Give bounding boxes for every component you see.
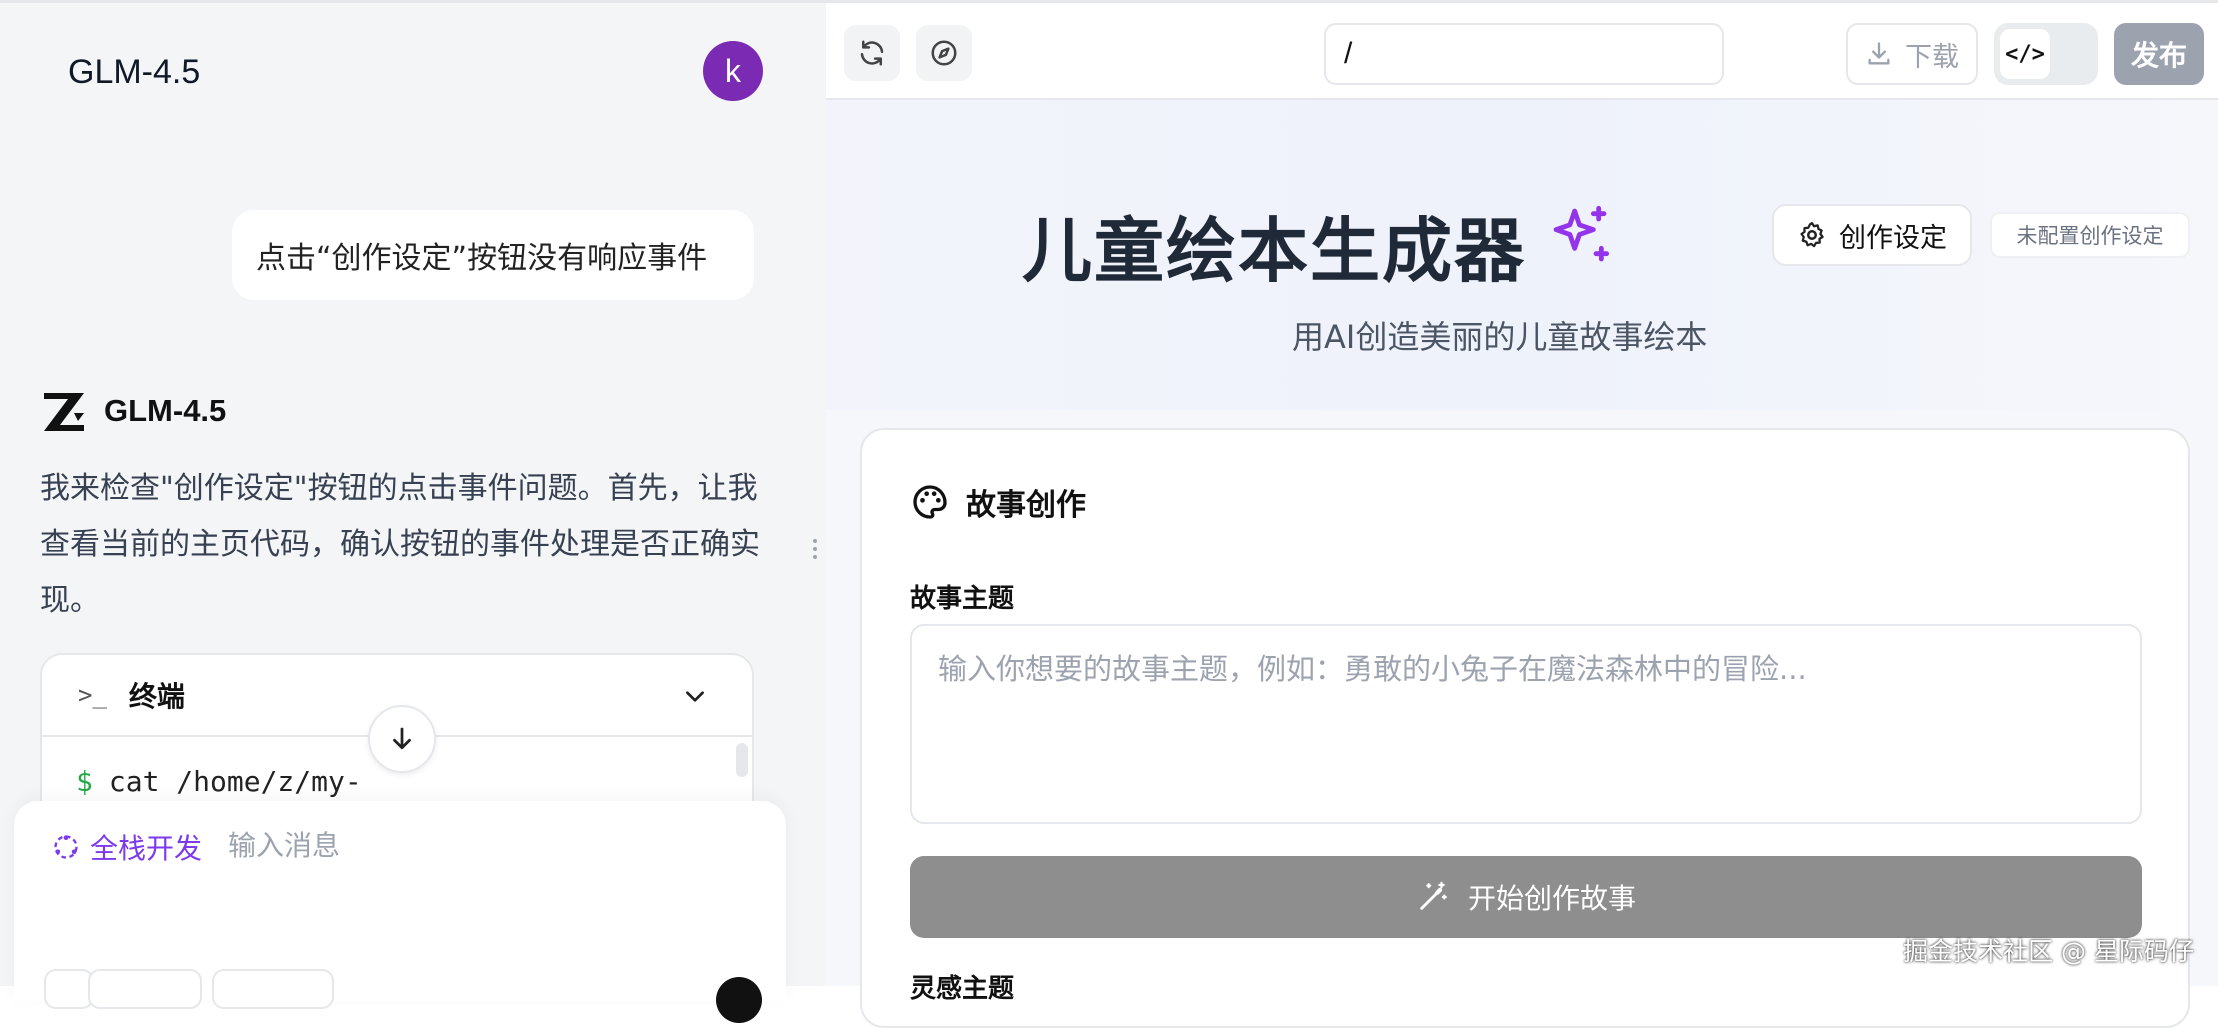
scroll-to-bottom-button[interactable] xyxy=(368,705,436,773)
terminal-icon: >_ xyxy=(78,681,107,709)
download-icon xyxy=(1868,42,1890,65)
user-message: 点击“创作设定”按钮没有响应事件 xyxy=(232,210,754,300)
settings-status-badge: 未配置创作设定 xyxy=(1990,212,2190,258)
mode-label: 全栈开发 xyxy=(90,832,203,865)
card-title: 故事创作 xyxy=(966,488,1086,523)
creation-settings-button[interactable]: 创作设定 xyxy=(1772,204,1972,266)
inspiration-label: 灵感主题 xyxy=(910,974,1015,1004)
app-title: 儿童绘本生成器 xyxy=(1022,210,1526,292)
chevron-down-icon[interactable] xyxy=(682,683,708,709)
url-input[interactable]: / xyxy=(1324,23,1724,85)
magic-wand-icon xyxy=(1420,881,1447,910)
avatar[interactable]: k xyxy=(703,41,763,101)
model-title: GLM-4.5 xyxy=(68,53,201,91)
arrow-down-icon xyxy=(393,727,411,750)
terminal-command: cat /home/z/my- xyxy=(108,765,362,798)
terminal-output: $ cat /home/z/my- xyxy=(76,765,362,798)
preview-panel: / 下载 </> 发布 儿童绘本生成器 创作设定 未配置创作设定 用AI创造美丽… xyxy=(826,0,2218,1028)
terminal-label: 终端 xyxy=(128,680,185,713)
story-topic-input[interactable] xyxy=(910,624,2142,824)
assistant-model-name: GLM-4.5 xyxy=(104,393,227,428)
palette-icon xyxy=(913,485,947,519)
topic-label: 故事主题 xyxy=(910,584,1015,614)
code-icon: </> xyxy=(2000,29,2050,79)
gear-icon xyxy=(1800,222,1824,248)
creation-settings-label: 创作设定 xyxy=(1839,222,1947,254)
message-input[interactable] xyxy=(226,823,726,867)
assistant-header: GLM-4.5 xyxy=(40,386,226,436)
message-composer: 全栈开发 xyxy=(14,801,786,1023)
attach-button[interactable] xyxy=(44,969,94,1009)
preview-toolbar: / 下载 </> 发布 xyxy=(826,0,2218,100)
chat-header: GLM-4.5 k xyxy=(0,3,826,143)
chat-panel: GLM-4.5 k 点击“创作设定”按钮没有响应事件 GLM-4.5 我来检查"… xyxy=(0,0,826,1023)
app-hero: 儿童绘本生成器 创作设定 未配置创作设定 用AI创造美丽的儿童故事绘本 xyxy=(826,100,2218,410)
glm-logo-icon xyxy=(44,393,84,431)
app-subtitle: 用AI创造美丽的儿童故事绘本 xyxy=(1292,318,1708,356)
download-label: 下载 xyxy=(1905,41,1959,73)
mode-selector[interactable]: 全栈开发 xyxy=(52,827,202,867)
code-view-toggle[interactable]: </> xyxy=(1994,23,2098,85)
terminal-prompt: $ xyxy=(76,765,93,798)
watermark: 掘金技术社区 @ 星际码仔 xyxy=(1903,937,2194,966)
send-button[interactable] xyxy=(716,977,762,1023)
tool-button-1[interactable] xyxy=(88,969,202,1009)
download-button[interactable]: 下载 xyxy=(1846,23,1978,85)
refresh-icon xyxy=(860,40,884,66)
fullstack-icon xyxy=(54,835,78,859)
tool-button-2[interactable] xyxy=(212,969,334,1009)
navigate-button[interactable] xyxy=(916,25,972,81)
publish-button[interactable]: 发布 xyxy=(2114,23,2204,85)
start-story-button[interactable]: 开始创作故事 xyxy=(910,856,2142,938)
start-story-label: 开始创作故事 xyxy=(1467,883,1636,914)
sparkle-icon xyxy=(1553,205,1610,262)
terminal-scrollbar[interactable] xyxy=(736,743,748,777)
compass-icon xyxy=(931,40,957,66)
card-header: 故事创作 xyxy=(910,480,1086,524)
refresh-button[interactable] xyxy=(844,25,900,81)
resize-handle[interactable] xyxy=(812,537,818,561)
assistant-message: 我来检查"创作设定"按钮的点击事件问题。首先，让我查看当前的主页代码，确认按钮的… xyxy=(40,471,760,618)
